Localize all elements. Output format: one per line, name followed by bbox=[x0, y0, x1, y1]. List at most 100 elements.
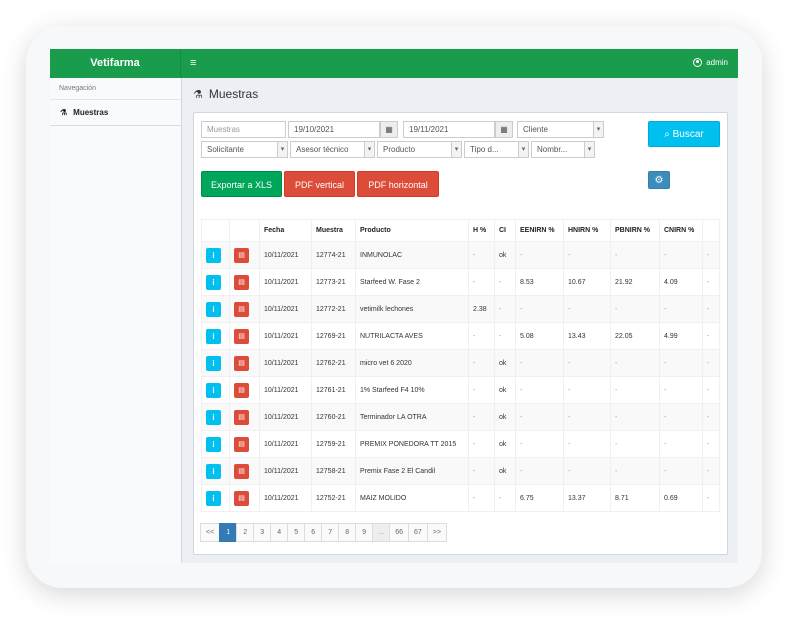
calendar-icon[interactable]: ▦ bbox=[380, 121, 398, 138]
pdf-cell: ▤ bbox=[229, 295, 260, 323]
column-header[interactable]: PBNIRN % bbox=[610, 219, 660, 242]
page-link[interactable]: 7 bbox=[321, 523, 340, 542]
column-header[interactable]: EENIRN % bbox=[515, 219, 564, 242]
tipo-select[interactable]: Tipo d... bbox=[464, 141, 529, 158]
table-cell: 10/11/2021 bbox=[259, 430, 312, 458]
pdf-cell: ▤ bbox=[229, 322, 260, 350]
table-cell: - bbox=[610, 457, 660, 485]
table-cell: 21.92 bbox=[610, 268, 660, 296]
export-xls-button[interactable]: Exportar a XLS bbox=[201, 171, 282, 197]
pdf-file-icon[interactable]: ▤ bbox=[234, 490, 249, 506]
pdf-file-icon[interactable]: ▤ bbox=[234, 274, 249, 290]
asesor-select[interactable]: Asesor técnico bbox=[290, 141, 375, 158]
date-from-input[interactable]: 19/10/2021 bbox=[288, 121, 380, 138]
table-cell: - bbox=[563, 349, 611, 377]
page-link[interactable]: 3 bbox=[253, 523, 272, 542]
menu-toggle-icon[interactable]: ≡ bbox=[190, 57, 196, 69]
page-link: ... bbox=[372, 523, 391, 542]
info-icon[interactable]: i bbox=[206, 328, 221, 344]
table-cell: - bbox=[468, 403, 495, 431]
table-cell: 10/11/2021 bbox=[259, 403, 312, 431]
table-cell: 10.67 bbox=[563, 268, 611, 296]
pdf-file-icon[interactable]: ▤ bbox=[234, 247, 249, 263]
page-link[interactable]: 1 bbox=[219, 523, 238, 542]
page-link[interactable]: 66 bbox=[389, 523, 409, 542]
info-icon[interactable]: i bbox=[206, 301, 221, 317]
table-cell: 12762-21 bbox=[311, 349, 356, 377]
table-cell: - bbox=[563, 241, 611, 269]
table-cell: 12759-21 bbox=[311, 430, 356, 458]
info-icon[interactable]: i bbox=[206, 463, 221, 479]
settings-button[interactable]: ⚙ bbox=[648, 171, 670, 189]
info-icon[interactable]: i bbox=[206, 409, 221, 425]
table-cell: - bbox=[702, 268, 720, 296]
pdf-file-icon[interactable]: ▤ bbox=[234, 301, 249, 317]
page-link[interactable]: 4 bbox=[270, 523, 289, 542]
table-row: i ▤ 10/11/2021 12752-21 MAIZ MOLIDO - -6.75 13.… bbox=[201, 484, 720, 512]
column-header[interactable]: CI bbox=[494, 219, 516, 242]
pdf-file-icon[interactable]: ▤ bbox=[234, 436, 249, 452]
info-icon[interactable]: i bbox=[206, 490, 221, 506]
page-link[interactable]: 6 bbox=[304, 523, 323, 542]
pdf-file-icon[interactable]: ▤ bbox=[234, 328, 249, 344]
brand-logo[interactable]: Vetifarma bbox=[50, 49, 181, 78]
table-cell: 10/11/2021 bbox=[259, 349, 312, 377]
column-header[interactable] bbox=[229, 219, 260, 242]
pdf-file-icon[interactable]: ▤ bbox=[234, 409, 249, 425]
search-button[interactable]: ⌕ Buscar bbox=[648, 121, 720, 147]
muestras-input[interactable]: Muestras bbox=[201, 121, 286, 138]
info-icon[interactable]: i bbox=[206, 382, 221, 398]
pdf-file-icon[interactable]: ▤ bbox=[234, 382, 249, 398]
sidebar-item-muestras[interactable]: ⚗ Muestras bbox=[50, 100, 181, 126]
column-header[interactable]: Muestra bbox=[311, 219, 356, 242]
column-header[interactable]: CNIRN % bbox=[659, 219, 703, 242]
column-header[interactable] bbox=[702, 219, 720, 242]
column-header[interactable] bbox=[201, 219, 230, 242]
page-link[interactable]: 2 bbox=[236, 523, 255, 542]
table-cell: MAIZ MOLIDO bbox=[355, 484, 469, 512]
info-cell: i bbox=[201, 457, 230, 485]
info-icon[interactable]: i bbox=[206, 274, 221, 290]
table-cell: - bbox=[610, 349, 660, 377]
solicitante-select[interactable]: Solicitante bbox=[201, 141, 288, 158]
pdf-file-icon[interactable]: ▤ bbox=[234, 463, 249, 479]
column-header[interactable]: H % bbox=[468, 219, 495, 242]
page-link[interactable]: 5 bbox=[287, 523, 306, 542]
table-cell: - bbox=[610, 403, 660, 431]
table-cell: - bbox=[468, 241, 495, 269]
page-link[interactable]: 9 bbox=[355, 523, 374, 542]
pdf-vertical-button[interactable]: PDF vertical bbox=[284, 171, 355, 197]
info-icon[interactable]: i bbox=[206, 247, 221, 263]
pdf-file-icon[interactable]: ▤ bbox=[234, 355, 249, 371]
column-header[interactable]: Producto bbox=[355, 219, 469, 242]
table-cell: - bbox=[702, 376, 720, 404]
table-cell: 10/11/2021 bbox=[259, 268, 312, 296]
page-link[interactable]: << bbox=[200, 523, 221, 542]
table-cell: 12772-21 bbox=[311, 295, 356, 323]
producto-select[interactable]: Producto bbox=[377, 141, 462, 158]
pdf-horizontal-button[interactable]: PDF horizontal bbox=[357, 171, 439, 197]
info-icon[interactable]: i bbox=[206, 436, 221, 452]
info-cell: i bbox=[201, 403, 230, 431]
column-header[interactable]: Fecha bbox=[259, 219, 312, 242]
table-cell: ok bbox=[494, 403, 516, 431]
page-link[interactable]: 67 bbox=[407, 523, 428, 542]
info-icon[interactable]: i bbox=[206, 355, 221, 371]
table-cell: 4.09 bbox=[659, 268, 703, 296]
calendar-icon[interactable]: ▦ bbox=[495, 121, 513, 138]
table-cell: 10/11/2021 bbox=[259, 457, 312, 485]
table-cell: - bbox=[702, 403, 720, 431]
page-link[interactable]: >> bbox=[426, 523, 447, 542]
table-cell: 12773-21 bbox=[311, 268, 356, 296]
table-cell: - bbox=[610, 295, 660, 323]
nombre-select[interactable]: Nombr... bbox=[531, 141, 595, 158]
user-menu[interactable]: admin bbox=[693, 58, 728, 67]
cliente-select[interactable]: Cliente bbox=[517, 121, 604, 138]
date-to-input[interactable]: 19/11/2021 bbox=[403, 121, 495, 138]
info-cell: i bbox=[201, 268, 230, 296]
table-body: i ▤ 10/11/2021 12774-21 INMUNOLAC - ok - - - - - i ▤ 1… bbox=[201, 241, 720, 512]
table-cell: - bbox=[659, 430, 703, 458]
sidebar: Navegación ⚗ Muestras bbox=[50, 78, 182, 563]
page-link[interactable]: 8 bbox=[338, 523, 357, 542]
column-header[interactable]: HNIRN % bbox=[563, 219, 611, 242]
